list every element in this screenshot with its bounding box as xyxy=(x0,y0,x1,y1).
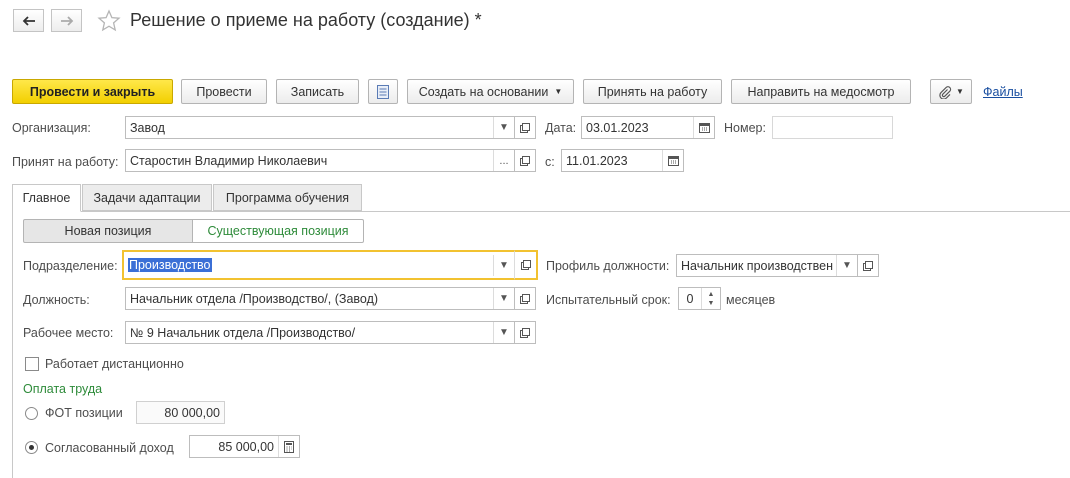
job-profile-value: Начальник производствен xyxy=(681,258,833,273)
new-position-toggle[interactable]: Новая позиция xyxy=(23,219,193,243)
workplace-field[interactable]: № 9 Начальник отдела /Производство/ ▼ xyxy=(125,321,515,344)
workplace-label: Рабочее место: xyxy=(23,326,114,340)
position-field[interactable]: Начальник отдела /Производство/, (Завод)… xyxy=(125,287,515,310)
open-window-icon xyxy=(520,260,531,270)
job-profile-open-button[interactable] xyxy=(857,254,879,277)
workplace-value: № 9 Начальник отдела /Производство/ xyxy=(130,325,356,340)
spin-up-icon[interactable]: ▲ xyxy=(708,290,715,299)
hire-date-field[interactable]: 11.01.2023 xyxy=(561,149,684,172)
department-open-button[interactable] xyxy=(514,250,538,280)
files-link[interactable]: Файлы xyxy=(983,85,1023,99)
report-button[interactable] xyxy=(368,79,398,104)
organization-label: Организация: xyxy=(12,121,91,135)
workplace-open-button[interactable] xyxy=(514,321,536,344)
calculator-icon[interactable] xyxy=(278,436,299,457)
agreed-income-value: 85 000,00 xyxy=(218,439,274,454)
date-value: 03.01.2023 xyxy=(586,120,649,135)
fot-radio[interactable] xyxy=(25,407,38,420)
department-field[interactable]: Производство ▼ xyxy=(122,250,516,280)
organization-value: Завод xyxy=(130,120,165,135)
employee-open-button[interactable] xyxy=(514,149,536,172)
dropdown-arrow-icon[interactable]: ▼ xyxy=(493,117,514,138)
medical-exam-button[interactable]: Направить на медосмотр xyxy=(731,79,911,104)
probation-field[interactable]: 0 ▲ ▼ xyxy=(678,287,721,310)
save-button[interactable]: Записать xyxy=(276,79,359,104)
job-profile-field[interactable]: Начальник производствен ▼ xyxy=(676,254,858,277)
window-title: Решение о приеме на работу (создание) * xyxy=(130,10,482,30)
department-value: Производство xyxy=(128,258,212,272)
fot-field[interactable]: 80 000,00 xyxy=(136,401,225,424)
employee-field[interactable]: Старостин Владимир Николаевич ... xyxy=(125,149,515,172)
arrow-right-icon xyxy=(60,15,73,26)
dropdown-arrow-icon[interactable]: ▼ xyxy=(836,255,857,276)
agreed-income-field[interactable]: 85 000,00 xyxy=(189,435,300,458)
tab-training-program[interactable]: Программа обучения xyxy=(213,184,362,211)
organization-field[interactable]: Завод ▼ xyxy=(125,116,515,139)
probation-label: Испытательный срок: xyxy=(546,293,671,307)
paperclip-icon xyxy=(939,85,952,99)
department-label: Подразделение: xyxy=(23,259,118,273)
remote-label: Работает дистанционно xyxy=(45,357,184,371)
hire-button[interactable]: Принять на работу xyxy=(583,79,722,104)
tab-main[interactable]: Главное xyxy=(12,184,81,212)
remote-checkbox[interactable] xyxy=(25,357,39,371)
favorite-star-icon[interactable] xyxy=(97,9,121,36)
open-window-icon xyxy=(520,122,530,133)
tab-panel-left-border xyxy=(12,211,13,478)
select-ellipsis-icon[interactable]: ... xyxy=(493,150,514,171)
arrow-left-icon xyxy=(22,15,35,26)
dropdown-arrow-icon: ▼ xyxy=(956,87,964,96)
organization-open-button[interactable] xyxy=(514,116,536,139)
dropdown-arrow-icon: ▼ xyxy=(554,87,563,96)
spin-stepper[interactable]: ▲ ▼ xyxy=(701,288,720,309)
position-open-button[interactable] xyxy=(514,287,536,310)
number-label: Номер: xyxy=(724,121,766,135)
from-label: с: xyxy=(545,155,555,169)
tab-adaptation-tasks[interactable]: Задачи адаптации xyxy=(82,184,212,211)
open-window-icon xyxy=(520,293,530,304)
dropdown-arrow-icon[interactable]: ▼ xyxy=(493,322,514,343)
create-based-on-button[interactable]: Создать на основании ▼ xyxy=(407,79,574,104)
agreed-income-label: Согласованный доход xyxy=(45,441,174,455)
position-value: Начальник отдела /Производство/, (Завод) xyxy=(130,291,379,306)
open-window-icon xyxy=(863,260,873,271)
open-window-icon xyxy=(520,327,530,338)
open-window-icon xyxy=(520,155,530,166)
date-label: Дата: xyxy=(545,121,577,135)
hire-date-value: 11.01.2023 xyxy=(566,153,628,168)
fot-label: ФОТ позиции xyxy=(45,406,123,420)
tabs-baseline xyxy=(12,211,1070,212)
position-label: Должность: xyxy=(23,293,90,307)
pay-section-title: Оплата труда xyxy=(23,382,103,396)
forward-button[interactable] xyxy=(51,9,82,32)
document-list-icon xyxy=(377,84,389,99)
hired-label: Принят на работу: xyxy=(12,155,119,169)
probation-unit: месяцев xyxy=(726,293,776,307)
calendar-icon[interactable] xyxy=(662,150,683,171)
number-field[interactable] xyxy=(772,116,893,139)
create-based-on-label: Создать на основании xyxy=(418,84,549,99)
dropdown-arrow-icon[interactable]: ▼ xyxy=(493,288,514,309)
agreed-income-radio[interactable] xyxy=(25,441,38,454)
calendar-icon[interactable] xyxy=(693,117,714,138)
job-profile-label: Профиль должности: xyxy=(546,259,670,273)
existing-position-toggle[interactable]: Существующая позиция xyxy=(192,219,364,243)
attachments-button[interactable]: ▼ xyxy=(930,79,972,104)
probation-value: 0 xyxy=(686,291,694,306)
date-field[interactable]: 03.01.2023 xyxy=(581,116,715,139)
post-and-close-button[interactable]: Провести и закрыть xyxy=(12,79,173,104)
employee-value: Старостин Владимир Николаевич xyxy=(130,153,328,168)
back-button[interactable] xyxy=(13,9,44,32)
dropdown-arrow-icon[interactable]: ▼ xyxy=(493,254,514,276)
fot-value: 80 000,00 xyxy=(164,405,220,420)
spin-down-icon[interactable]: ▼ xyxy=(708,299,715,308)
post-button[interactable]: Провести xyxy=(181,79,267,104)
